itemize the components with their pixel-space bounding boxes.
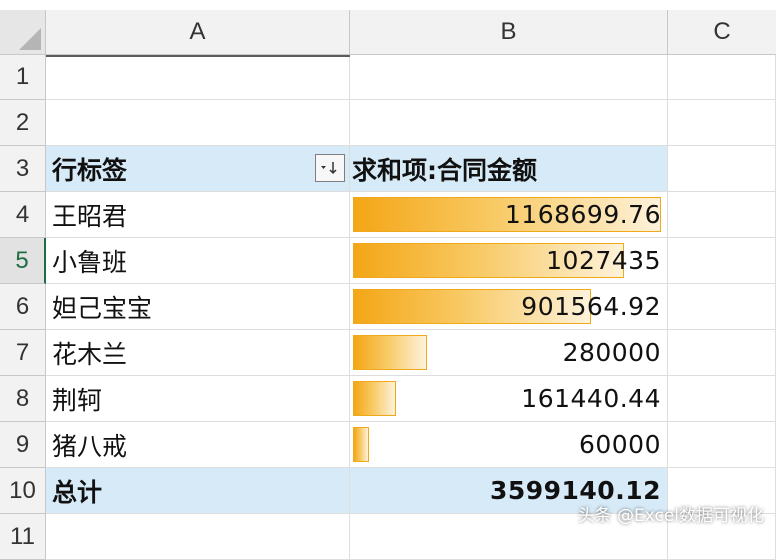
- cell-b8[interactable]: 161440.44: [350, 376, 668, 422]
- cell-a4[interactable]: 王昭君: [46, 192, 350, 238]
- pivot-value: 161440.44: [521, 384, 661, 413]
- cell-c3[interactable]: [668, 146, 776, 192]
- cell-a2[interactable]: [46, 100, 350, 146]
- cell-a8[interactable]: 荆轲: [46, 376, 350, 422]
- cell-a10[interactable]: 总计: [46, 468, 350, 514]
- row-header-8[interactable]: 8: [0, 376, 46, 422]
- cell-c6[interactable]: [668, 284, 776, 330]
- cell-c8[interactable]: [668, 376, 776, 422]
- data-bar: [353, 335, 427, 370]
- pivot-value: 60000: [578, 430, 661, 459]
- pivot-value: 901564.92: [521, 292, 661, 321]
- cell-b5[interactable]: 1027435: [350, 238, 668, 284]
- pivot-value-header: 求和项:合同金额: [352, 155, 537, 185]
- row-header-10[interactable]: 10: [0, 468, 46, 514]
- cell-b2[interactable]: [350, 100, 668, 146]
- row-header-3[interactable]: 3: [0, 146, 46, 192]
- pivot-row-item: 花木兰: [52, 339, 128, 369]
- grand-total-value: 3599140.12: [489, 476, 661, 505]
- row-header-1[interactable]: 1: [0, 55, 46, 100]
- pivot-row-item: 妲己宝宝: [52, 293, 153, 323]
- row-header-7[interactable]: 7: [0, 330, 46, 376]
- cell-a11[interactable]: [46, 514, 350, 560]
- pivot-row-item: 荆轲: [52, 385, 103, 415]
- cell-a1[interactable]: [46, 55, 350, 100]
- grand-total-label: 总计: [52, 477, 103, 507]
- column-header-c[interactable]: C: [668, 10, 776, 55]
- row-header-9[interactable]: 9: [0, 422, 46, 468]
- row-header-5[interactable]: 5: [0, 238, 46, 284]
- filter-sort-icon: [321, 162, 337, 175]
- pivot-value: 280000: [562, 338, 661, 367]
- cell-c7[interactable]: [668, 330, 776, 376]
- cell-a3[interactable]: 行标签: [46, 146, 350, 192]
- filter-dropdown-button[interactable]: [315, 154, 345, 182]
- select-all-corner[interactable]: [0, 10, 46, 55]
- cell-c1[interactable]: [668, 55, 776, 100]
- cell-b4[interactable]: 1168699.76: [350, 192, 668, 238]
- column-a-top-edge: [46, 55, 350, 57]
- cell-c4[interactable]: [668, 192, 776, 238]
- cell-c5[interactable]: [668, 238, 776, 284]
- data-bar: [353, 381, 396, 416]
- pivot-row-item: 猪八戒: [52, 431, 128, 461]
- cell-c2[interactable]: [668, 100, 776, 146]
- cell-b1[interactable]: [350, 55, 668, 100]
- cell-a9[interactable]: 猪八戒: [46, 422, 350, 468]
- column-header-b[interactable]: B: [350, 10, 668, 55]
- cell-a5[interactable]: 小鲁班: [46, 238, 350, 284]
- row-header-11[interactable]: 11: [0, 514, 46, 560]
- column-header-a[interactable]: A: [46, 10, 350, 55]
- cell-b7[interactable]: 280000: [350, 330, 668, 376]
- pivot-value: 1168699.76: [504, 200, 661, 229]
- select-all-triangle-icon: [19, 28, 41, 50]
- cell-b3[interactable]: 求和项:合同金额: [350, 146, 668, 192]
- row-header-6[interactable]: 6: [0, 284, 46, 330]
- cell-a6[interactable]: 妲己宝宝: [46, 284, 350, 330]
- cell-b6[interactable]: 901564.92: [350, 284, 668, 330]
- pivot-row-item: 王昭君: [52, 201, 128, 231]
- spreadsheet: A B C 1 2 3 行标签 求和项:合同金额 4 王昭君 1168699.76 5 小鲁班 10…: [0, 0, 776, 560]
- cell-b9[interactable]: 60000: [350, 422, 668, 468]
- row-header-4[interactable]: 4: [0, 192, 46, 238]
- pivot-value: 1027435: [546, 246, 661, 275]
- cell-c9[interactable]: [668, 422, 776, 468]
- pivot-row-label-header: 行标签: [52, 155, 128, 185]
- cell-a7[interactable]: 花木兰: [46, 330, 350, 376]
- row-header-2[interactable]: 2: [0, 100, 46, 146]
- pivot-row-item: 小鲁班: [52, 247, 128, 277]
- data-bar: [353, 427, 369, 462]
